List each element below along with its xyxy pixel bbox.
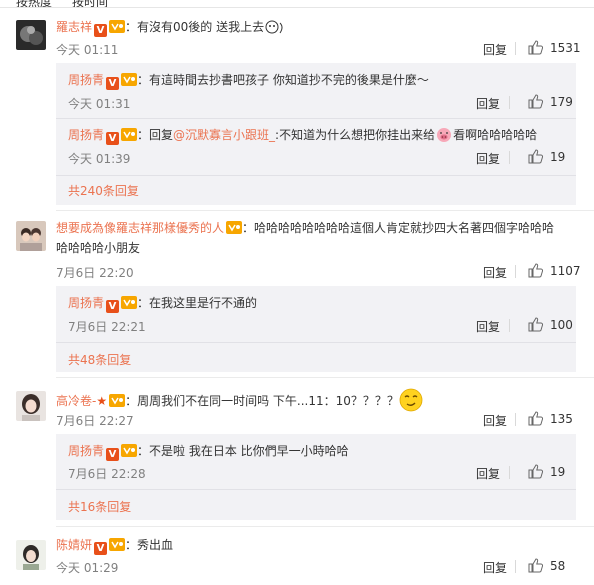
more-replies-link[interactable]: 共240条回复 [68, 182, 139, 199]
username[interactable]: 周扬青 [68, 444, 104, 458]
avatar[interactable] [16, 391, 46, 421]
divider [515, 42, 516, 55]
like-button[interactable]: 179 [528, 94, 573, 109]
vip-icon [121, 73, 138, 86]
divider [515, 413, 516, 426]
verified-icon: V [94, 542, 108, 555]
vip-icon [109, 20, 126, 33]
verified-icon: V [106, 448, 120, 461]
verified-icon: V [106, 300, 120, 313]
vip-icon [121, 296, 138, 309]
comment-text: 陈婧妍 V ：秀出血 [56, 538, 174, 555]
username[interactable]: 周扬青 [68, 73, 104, 87]
dizzy-face-emoji-icon [399, 388, 423, 412]
like-count: 19 [550, 149, 566, 164]
like-count: 19 [550, 464, 566, 479]
reply-button[interactable]: 回复 [483, 559, 507, 576]
divider [56, 526, 594, 527]
avatar[interactable] [16, 540, 46, 570]
reply-box: 周扬青 V ：在我这里是行不通的 7月6日 22:21 回复 100 共48条回复 [56, 286, 576, 372]
like-count: 1107 [550, 263, 581, 278]
vip-icon [121, 128, 138, 141]
thumbs-up-icon [528, 149, 544, 164]
reply-button[interactable]: 回复 [483, 41, 507, 58]
thumbs-up-icon [528, 464, 544, 479]
divider [56, 210, 594, 211]
username[interactable]: 想要成為像羅志祥那樣優秀的人 [56, 221, 224, 235]
divider [56, 118, 576, 119]
like-button[interactable]: 19 [528, 149, 565, 164]
like-button[interactable]: 58 [528, 558, 565, 573]
verified-icon: V [106, 132, 120, 145]
reply-time: 今天 01:39 [68, 152, 131, 166]
vip-icon [226, 221, 243, 234]
reply-button[interactable]: 回复 [476, 150, 500, 167]
reply-box: 周扬青 V ：不是啦 我在日本 比你們早一小時哈哈 7月6日 22:28 回复 19… [56, 434, 576, 520]
vip-icon [121, 444, 138, 457]
like-button[interactable]: 19 [528, 464, 565, 479]
reply-time: 7月6日 22:28 [68, 467, 146, 481]
reply-button[interactable]: 回复 [483, 264, 507, 281]
comment-time: 7月6日 22:20 [56, 266, 134, 280]
reply-time: 今天 01:31 [68, 97, 131, 111]
ghost-emoji-icon [265, 20, 283, 34]
like-count: 58 [550, 558, 566, 573]
username[interactable]: 羅志祥 [56, 20, 92, 34]
thumbs-up-icon [528, 94, 544, 109]
username[interactable]: 周扬青 [68, 128, 104, 142]
more-replies-link[interactable]: 共16条回复 [68, 498, 131, 515]
thumbs-up-icon [528, 411, 544, 426]
more-replies-link[interactable]: 共48条回复 [68, 351, 131, 368]
thumbs-up-icon [528, 558, 544, 573]
username[interactable]: 周扬青 [68, 296, 104, 310]
divider [509, 151, 510, 164]
vip-icon [109, 394, 126, 407]
like-count: 135 [550, 411, 573, 426]
like-count: 100 [550, 317, 573, 332]
reply-button[interactable]: 回复 [476, 95, 500, 112]
divider [515, 560, 516, 573]
comment-text: 想要成為像羅志祥那樣優秀的人 ：哈哈哈哈哈哈哈哈這個人肯定就抄四大名著四個字哈哈哈… [56, 221, 555, 255]
divider [515, 265, 516, 278]
username[interactable]: 陈婧妍 [56, 538, 92, 552]
avatar[interactable] [16, 221, 46, 251]
comment-text: 羅志祥 V ：有沒有00後的 送我上去 [56, 17, 576, 37]
divider [509, 466, 510, 479]
verified-icon: V [94, 24, 108, 37]
like-count: 1531 [550, 40, 581, 55]
reply-button[interactable]: 回复 [476, 318, 500, 335]
tab-hot[interactable]: 按热度 [16, 0, 52, 7]
divider [509, 319, 510, 332]
reply-time: 7月6日 22:21 [68, 320, 146, 334]
divider [56, 377, 594, 378]
pig-emoji-icon [437, 128, 452, 142]
thumbs-up-icon [528, 40, 544, 55]
thumbs-up-icon [528, 317, 544, 332]
like-button[interactable]: 1107 [528, 263, 581, 278]
comment-time: 今天 01:11 [56, 43, 119, 57]
verified-icon: V [106, 77, 120, 90]
comment-time: 7月6日 22:27 [56, 414, 134, 428]
divider [509, 96, 510, 109]
mention-link[interactable]: @沉默寡言小跟班_ [173, 128, 275, 142]
reply-box: 周扬青 V ：有這時間去抄書吧孩子 你知道抄不完的後果是什麼～ 今天 01:31 回… [56, 63, 576, 205]
divider [56, 175, 576, 176]
like-button[interactable]: 100 [528, 317, 573, 332]
divider [56, 489, 576, 490]
comment-time: 今天 01:29 [56, 561, 119, 575]
vip-icon [109, 538, 126, 551]
comment-text: 高冷卷-★ ：周周我们不在同一时间吗 下午...11：10？？？？ [56, 388, 581, 412]
avatar[interactable] [16, 20, 46, 50]
like-button[interactable]: 1531 [528, 40, 581, 55]
username[interactable]: 高冷卷- [56, 394, 96, 408]
tab-time[interactable]: 按时间 [72, 0, 108, 7]
star-icon: ★ [96, 394, 108, 408]
thumbs-up-icon [528, 263, 544, 278]
reply-button[interactable]: 回复 [476, 465, 500, 482]
reply-button[interactable]: 回复 [483, 412, 507, 429]
like-count: 179 [550, 94, 573, 109]
divider [56, 342, 576, 343]
sort-tabs: 按热度 按时间 [0, 0, 594, 8]
like-button[interactable]: 135 [528, 411, 573, 426]
